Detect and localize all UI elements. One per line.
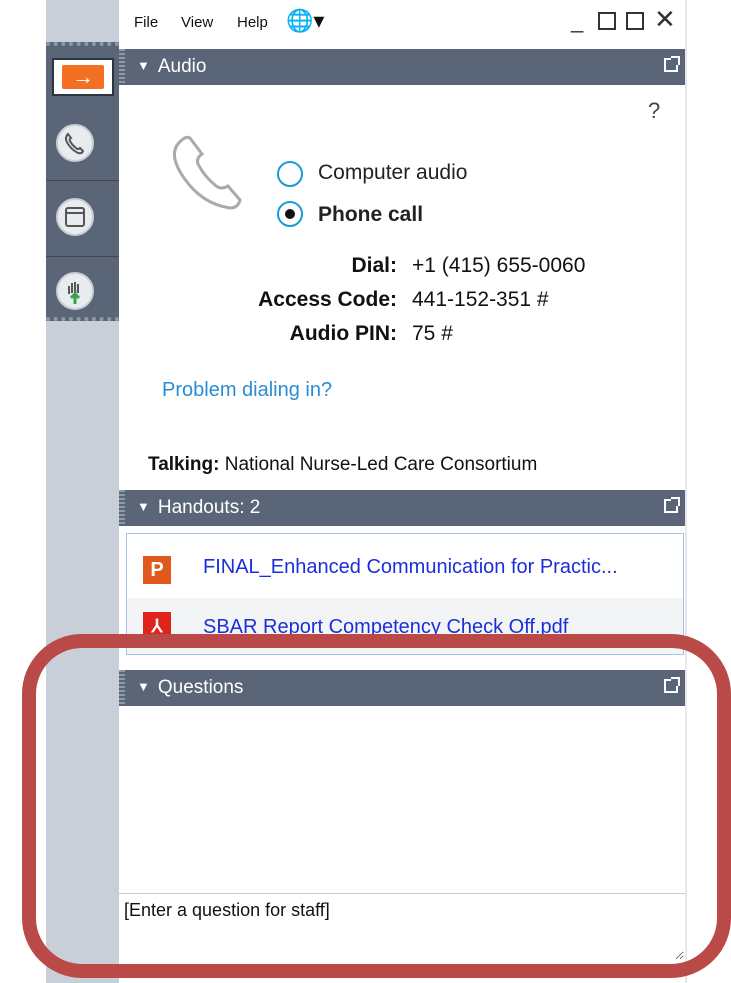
audio-title-text: Audio <box>157 56 207 77</box>
minimize-icon[interactable]: _ <box>571 8 583 34</box>
sidebar-separator <box>46 180 119 181</box>
header-grip <box>119 49 125 85</box>
popout-icon[interactable] <box>626 12 644 30</box>
talking-status: Talking: National Nurse-Led Care Consort… <box>148 454 537 476</box>
audio-pin-value: 75 # <box>412 322 453 345</box>
close-icon[interactable]: ✕ <box>654 4 676 35</box>
menu-help[interactable]: Help <box>237 14 268 31</box>
dial-value: +1 (415) 655-0060 <box>412 254 586 277</box>
computer-audio-label: Computer audio <box>318 161 468 184</box>
questions-title-text: Questions <box>157 677 244 698</box>
sidebar-separator <box>46 256 119 257</box>
header-grip <box>119 490 125 526</box>
menu-file[interactable]: File <box>134 14 158 31</box>
questions-header[interactable]: ▼ Questions <box>119 670 686 706</box>
phone-large-icon <box>160 128 250 218</box>
problem-dialing-link[interactable]: Problem dialing in? <box>162 379 332 402</box>
phone-call-label: Phone call <box>318 203 424 226</box>
question-input[interactable] <box>124 900 684 960</box>
window-icon[interactable] <box>56 198 94 236</box>
computer-audio-radio[interactable] <box>277 161 303 187</box>
exit-arrow-icon: → <box>62 65 104 89</box>
powerpoint-icon: P <box>143 556 171 584</box>
questions-divider <box>119 893 686 894</box>
restore-icon[interactable] <box>598 12 616 30</box>
handouts-title: ▼ Handouts: 2 <box>137 497 261 518</box>
access-code-value: 441-152-351 # <box>412 288 549 311</box>
talking-value: National Nurse-Led Care Consortium <box>224 454 538 475</box>
panel-border <box>685 0 687 983</box>
phone-call-radio[interactable] <box>277 201 303 227</box>
menu-view[interactable]: View <box>181 14 213 31</box>
questions-log <box>119 706 686 893</box>
list-item[interactable]: ⅄ SBAR Report Competency Check Off.pdf <box>127 598 683 654</box>
talking-label: Talking: <box>148 454 220 475</box>
popout-icon[interactable] <box>664 56 680 72</box>
popout-icon[interactable] <box>664 497 680 513</box>
popout-icon[interactable] <box>664 677 680 693</box>
pdf-icon: ⅄ <box>143 612 171 640</box>
handouts-title-text: Handouts: 2 <box>157 497 261 518</box>
header-grip <box>119 670 125 706</box>
questions-title: ▼ Questions <box>137 677 244 698</box>
audio-pin-label: Audio PIN: <box>289 322 397 345</box>
phone-icon[interactable] <box>56 124 94 162</box>
audio-header[interactable]: ▼ Audio <box>119 49 686 85</box>
raise-hand-icon[interactable] <box>56 272 94 310</box>
handout-link[interactable]: SBAR Report Competency Check Off.pdf <box>203 616 683 639</box>
help-icon[interactable]: ? <box>648 98 660 124</box>
handouts-header[interactable]: ▼ Handouts: 2 <box>119 490 686 526</box>
audio-title: ▼ Audio <box>137 56 207 77</box>
handouts-list: P FINAL_Enhanced Communication for Pract… <box>126 533 684 655</box>
handout-link[interactable]: FINAL_Enhanced Communication for Practic… <box>203 556 683 579</box>
dial-label: Dial: <box>351 254 397 277</box>
exit-panel-button[interactable]: → <box>52 58 114 96</box>
access-code-label: Access Code: <box>258 288 397 311</box>
list-item[interactable]: P FINAL_Enhanced Communication for Pract… <box>127 538 683 598</box>
globe-icon[interactable]: 🌐▾ <box>286 8 324 34</box>
